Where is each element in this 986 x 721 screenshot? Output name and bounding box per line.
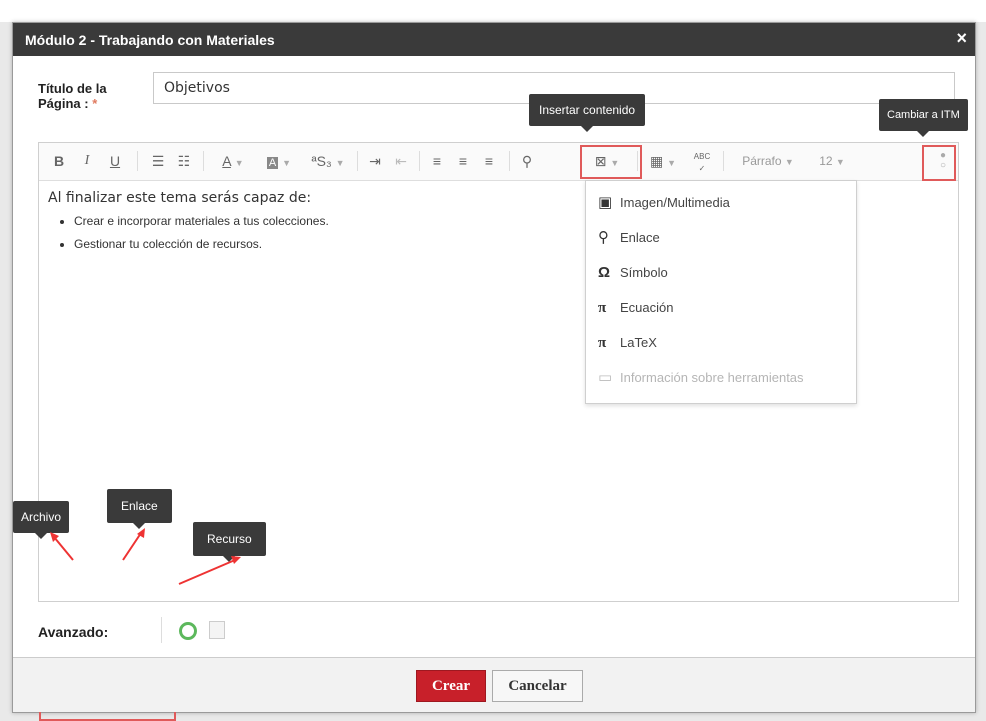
page-title-label-line2: Página : [38,96,89,111]
outdent-icon[interactable]: ⇤ [391,151,411,171]
link-icon: ⚲ [598,229,609,246]
dialog-footer: Crear Cancelar [13,657,975,712]
editor-toolbar: B I U ☰ ☷ A ▼ A ▼ ªS₃ ▼ ⇥ ⇤ ≡ ≡ ≡ ⚲ ⊠ ▼ … [39,143,958,181]
tooltip-insert-content: Insertar contenido [529,94,646,132]
image-icon: ▣ [598,194,613,211]
advanced-toggle-icon[interactable] [179,622,197,640]
tooltip-icon: ▭ [598,369,613,386]
tooltip-file: Archivo [13,501,70,539]
numbered-list-icon[interactable]: ☷ [173,151,195,171]
indent-icon[interactable]: ⇥ [365,151,385,171]
tooltip-resource: Recurso [193,522,266,562]
advanced-divider [161,617,162,643]
omega-icon: Ω [598,264,611,281]
close-icon[interactable]: × [956,28,967,49]
create-button[interactable]: Crear [416,670,486,702]
toolbar-divider [723,151,724,171]
tooltip-switch-mode: Cambiar a ITM [879,99,968,137]
menu-item-latex[interactable]: π LaTeX [598,333,657,353]
menu-item-label: Símbolo [620,265,668,280]
toolbar-divider [357,151,358,171]
highlight-color-icon[interactable]: A ▼ [259,151,299,171]
align-right-icon[interactable]: ≡ [479,151,499,171]
dialog-title: Módulo 2 - Trabajando con Materiales [25,32,275,48]
menu-item-label: Ecuación [620,300,674,315]
menu-item-label: LaTeX [620,335,657,350]
table-icon[interactable]: ▦ ▼ [643,151,683,171]
insert-content-highlight [580,145,642,179]
menu-item-symbol[interactable]: Ω Símbolo [598,263,668,283]
paragraph-format-select[interactable]: Párrafo ▼ [731,151,805,171]
toolbar-divider [419,151,420,171]
menu-item-label: Imagen/Multimedia [620,195,730,210]
toolbar-divider [509,151,510,171]
italic-button[interactable]: I [79,151,95,171]
insert-content-menu: ▣ Imagen/Multimedia ⚲ Enlace Ω Símbolo π Ecu… [585,180,857,404]
list-item: Crear e incorporar materiales a tus cole… [74,214,329,228]
font-size-select[interactable]: 12 ▼ [809,151,855,171]
menu-item-image[interactable]: ▣ Imagen/Multimedia [598,193,730,213]
menu-item-label: Información sobre herramientas [620,370,804,385]
link-icon[interactable]: ⚲ [517,151,537,171]
page-title-label: Título de la Página : * [38,81,107,111]
create-page-dialog: Módulo 2 - Trabajando con Materiales × T… [12,22,976,721]
menu-item-tooltip[interactable]: ▭ Información sobre herramientas [598,368,804,388]
underline-button[interactable]: U [107,151,123,171]
cancel-button[interactable]: Cancelar [492,670,583,702]
bold-button[interactable]: B [51,151,67,171]
spellcheck-icon[interactable]: ABC ✓ [689,151,715,173]
bullet-list-icon[interactable]: ☰ [147,151,169,171]
menu-item-label: Enlace [620,230,660,245]
font-size-value: 12 [819,154,833,168]
switch-mode-highlight [922,145,956,181]
toolbar-divider [203,151,204,171]
content-bullet-list: Crear e incorporar materiales a tus cole… [48,214,329,251]
superscript-icon[interactable]: ªS₃ ▼ [307,151,349,171]
pi-icon: π [598,335,607,351]
advanced-label: Avanzado: [38,624,109,640]
content-intro: Al finalizar este tema serás capaz de: [48,190,312,206]
tooltip-link: Enlace [107,489,172,529]
paragraph-format-value: Párrafo [742,154,782,168]
spellcheck-label: ABC [693,152,711,161]
list-item: Gestionar tu colección de recursos. [74,237,329,251]
menu-item-equation[interactable]: π Ecuación [598,298,673,318]
editor-content[interactable]: Al finalizar este tema serás capaz de: C… [48,190,329,260]
page-title-label-line1: Título de la [38,81,107,96]
align-center-icon[interactable]: ≡ [453,151,473,171]
background-strip [0,0,986,22]
required-mark: * [92,96,98,111]
align-left-icon[interactable]: ≡ [427,151,447,171]
dialog-titlebar: Módulo 2 - Trabajando con Materiales × [13,23,975,56]
pi-icon: π [598,300,607,316]
font-color-icon[interactable]: A ▼ [213,151,253,171]
advanced-spellcheck-icon[interactable] [209,621,225,639]
toolbar-divider [137,151,138,171]
menu-item-link[interactable]: ⚲ Enlace [598,228,660,248]
